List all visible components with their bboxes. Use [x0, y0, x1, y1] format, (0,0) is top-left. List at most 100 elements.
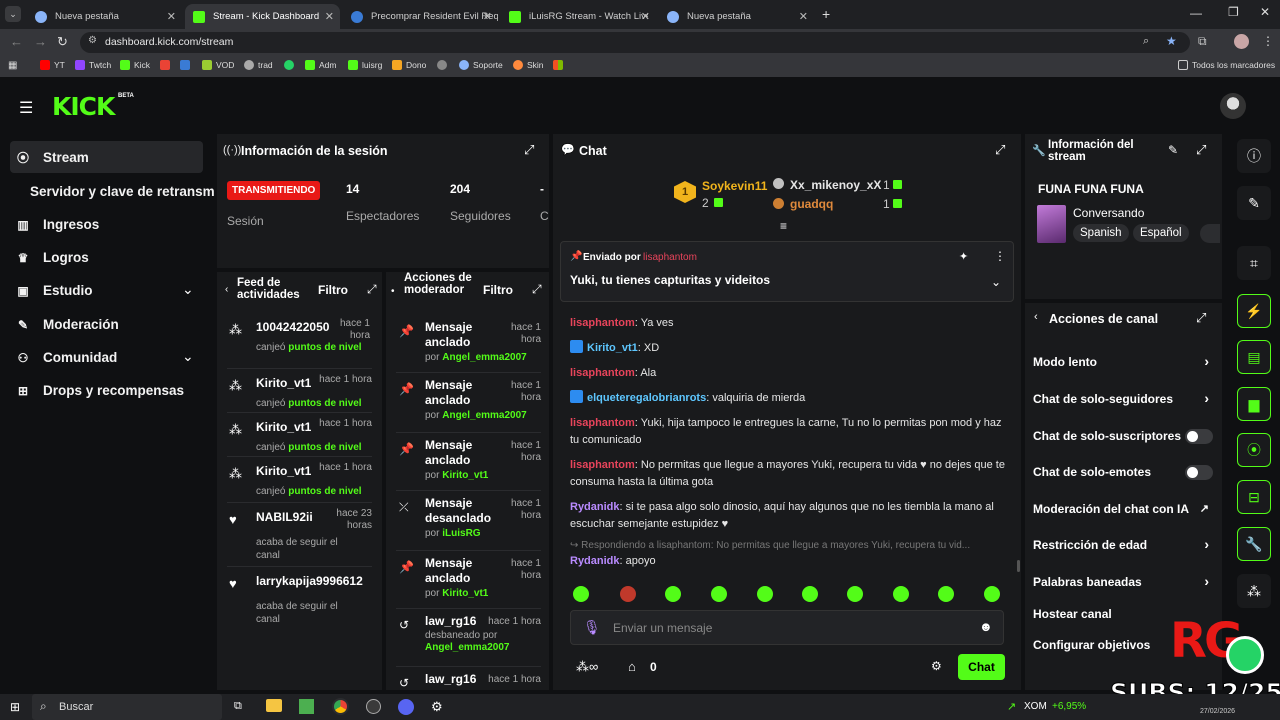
- mod-action-user[interactable]: Kirito_vt1: [442, 470, 488, 481]
- bookmark-skin[interactable]: Skin: [513, 60, 544, 70]
- sidebar-item-estudio[interactable]: ▣ Estudio: [16, 283, 92, 298]
- category-name[interactable]: Conversando: [1073, 206, 1144, 220]
- send-chat-button[interactable]: Chat: [958, 654, 1005, 680]
- mod-action-user[interactable]: Angel_emma2007: [425, 642, 510, 653]
- drag-handle-icon[interactable]: •: [391, 286, 395, 297]
- broadcast-icon[interactable]: ⦿: [1237, 433, 1271, 467]
- chrome-icon[interactable]: [332, 698, 349, 715]
- chat-message[interactable]: Rydanidk: apoyo: [570, 553, 1010, 570]
- bookmark-adm[interactable]: Adm: [305, 60, 336, 70]
- layout-icon[interactable]: ⊟: [1237, 480, 1271, 514]
- close-icon[interactable]: ✕: [483, 10, 492, 23]
- sidebar-item-ingresos[interactable]: ▥ Ingresos: [16, 217, 99, 232]
- url-field[interactable]: ⚙ dashboard.kick.com/stream ⌕ ★: [80, 32, 1190, 53]
- chat-username[interactable]: Kirito_vt1: [587, 342, 638, 354]
- windows-start-icon[interactable]: ⊞: [10, 700, 20, 714]
- chat-username[interactable]: elqueteregalobrianrots: [587, 392, 706, 404]
- bookmark-whatsapp[interactable]: [284, 60, 298, 70]
- channel-action-row[interactable]: Chat de solo-suscriptores: [1033, 429, 1213, 445]
- chat-message[interactable]: lisaphantom: Ala: [570, 365, 1010, 382]
- mod-action-user[interactable]: Angel_emma2007: [442, 352, 527, 363]
- chat-username[interactable]: Rydanidk: [570, 501, 620, 513]
- emote-icon[interactable]: [984, 586, 1000, 602]
- emote-icon[interactable]: [573, 586, 589, 602]
- microphone-icon[interactable]: 🎙: [583, 619, 601, 636]
- bookmark-vod[interactable]: VOD: [202, 60, 234, 70]
- expand-icon[interactable]: ⤢: [524, 142, 534, 158]
- mod-action-user[interactable]: Kirito_vt1: [442, 588, 488, 599]
- profile-avatar[interactable]: [1234, 34, 1249, 49]
- more-icon[interactable]: ⋮: [994, 249, 1006, 263]
- kick-logo[interactable]: KICK: [52, 92, 115, 121]
- chat-message[interactable]: Kirito_vt1: XD: [570, 340, 1010, 357]
- menu-icon[interactable]: ☰: [19, 98, 33, 118]
- chat-message[interactable]: lisaphantom: Ya ves: [570, 315, 1010, 332]
- channel-action-row[interactable]: Chat de solo-emotes: [1033, 465, 1213, 481]
- chat-username[interactable]: lisaphantom: [570, 417, 635, 429]
- drag-handle-icon[interactable]: ‹: [225, 284, 228, 295]
- close-icon[interactable]: ✕: [325, 10, 334, 23]
- wrench-icon[interactable]: 🔧: [1237, 527, 1271, 561]
- new-tab-button[interactable]: +: [822, 6, 830, 22]
- all-bookmarks[interactable]: Todos los marcadores: [1178, 60, 1275, 70]
- close-icon[interactable]: ✕: [641, 10, 650, 23]
- bookmark-trad[interactable]: trad: [244, 60, 273, 70]
- lightning-icon[interactable]: ⚡: [1237, 294, 1271, 328]
- feed-filter-button[interactable]: Filtro: [318, 283, 348, 297]
- sidebar-item-moderacion[interactable]: ✎ Moderación: [16, 317, 119, 332]
- settings-icon[interactable]: ⚙: [431, 699, 443, 715]
- toggle-switch[interactable]: [1185, 465, 1213, 480]
- chat-message[interactable]: lisaphantom: Yuki, hija tampoco le entre…: [570, 415, 1010, 449]
- minimize-button[interactable]: —: [1190, 6, 1202, 20]
- chat-input[interactable]: 🎙 Enviar un mensaje ☻: [570, 610, 1004, 645]
- info-icon[interactable]: ⓘ: [1237, 139, 1271, 173]
- back-icon[interactable]: ←: [10, 34, 23, 49]
- mod-filter-button[interactable]: Filtro: [483, 283, 513, 297]
- emote-icon[interactable]: [893, 586, 909, 602]
- edit-icon[interactable]: ✎: [1168, 143, 1178, 157]
- browser-menu-icon[interactable]: ⋮: [1262, 34, 1274, 48]
- tab-nueva-pestana-2[interactable]: Nueva pestaña ✕: [659, 4, 814, 29]
- mod-action-user[interactable]: iLuisRG: [442, 528, 480, 539]
- feed-item-user[interactable]: larrykapija9996612: [256, 574, 368, 588]
- user-avatar[interactable]: [1220, 93, 1246, 119]
- expand-icon[interactable]: ⤢: [995, 142, 1005, 158]
- chevron-down-icon[interactable]: ⌄: [991, 275, 1001, 289]
- tag-overflow[interactable]: [1200, 224, 1220, 243]
- bookmark-dono[interactable]: Dono: [392, 60, 426, 70]
- chat-username[interactable]: lisaphantom: [570, 459, 635, 471]
- gear-icon[interactable]: ⚙: [931, 659, 942, 673]
- minecraft-icon[interactable]: [299, 699, 314, 714]
- obs-icon[interactable]: [366, 699, 381, 714]
- store-icon[interactable]: ⌂: [628, 659, 636, 674]
- notes-icon[interactable]: ▤: [1237, 340, 1271, 374]
- close-window-button[interactable]: ✕: [1260, 5, 1270, 19]
- tag-espanol[interactable]: Español: [1133, 224, 1189, 242]
- chevron-down-icon[interactable]: ⌄: [182, 348, 194, 365]
- screenshot-icon[interactable]: ⌗: [1237, 246, 1271, 280]
- sidebar-item-logros[interactable]: ♛ Logros: [16, 250, 89, 265]
- chat-message[interactable]: elqueteregalobrianrots: valquiria de mie…: [570, 390, 1010, 407]
- tab-kick-dashboard[interactable]: Stream - Kick Dashboard ✕: [185, 4, 340, 29]
- mod-action-user[interactable]: Angel_emma2007: [442, 410, 527, 421]
- sidebar-item-drops[interactable]: ⊞ Drops y recompensas: [16, 383, 184, 398]
- pinned-by-user[interactable]: lisaphantom: [643, 252, 697, 263]
- emote-icon[interactable]: [847, 586, 863, 602]
- channel-action-row[interactable]: Palabras baneadas ›: [1033, 573, 1213, 591]
- pinned-message[interactable]: 📌 Enviado por lisaphantom ✦ ⋮ Yuki, tu t…: [560, 241, 1014, 302]
- chat-username[interactable]: Rydanidk: [570, 555, 620, 567]
- bookmark-yt[interactable]: YT: [40, 60, 65, 70]
- emote-icon[interactable]: [757, 586, 773, 602]
- forward-icon[interactable]: →: [34, 34, 47, 49]
- reload-icon[interactable]: ↻: [57, 34, 68, 50]
- tab-iluisrg-stream[interactable]: iLuisRG Stream - Watch Live on✕: [501, 4, 656, 29]
- unpin-icon[interactable]: ✦: [959, 250, 968, 263]
- emote-icon[interactable]: [665, 586, 681, 602]
- community-icon[interactable]: ⁂: [1237, 574, 1271, 608]
- bookmark-microsoft[interactable]: [553, 60, 567, 70]
- channel-action-row[interactable]: Chat de solo-seguidores ›: [1033, 390, 1213, 408]
- bookmark-box[interactable]: [180, 60, 194, 70]
- sidebar-item-stream-label[interactable]: ⦿ Stream: [16, 150, 89, 165]
- star-icon[interactable]: ★: [1166, 34, 1177, 48]
- emoji-icon[interactable]: ☻: [979, 619, 993, 634]
